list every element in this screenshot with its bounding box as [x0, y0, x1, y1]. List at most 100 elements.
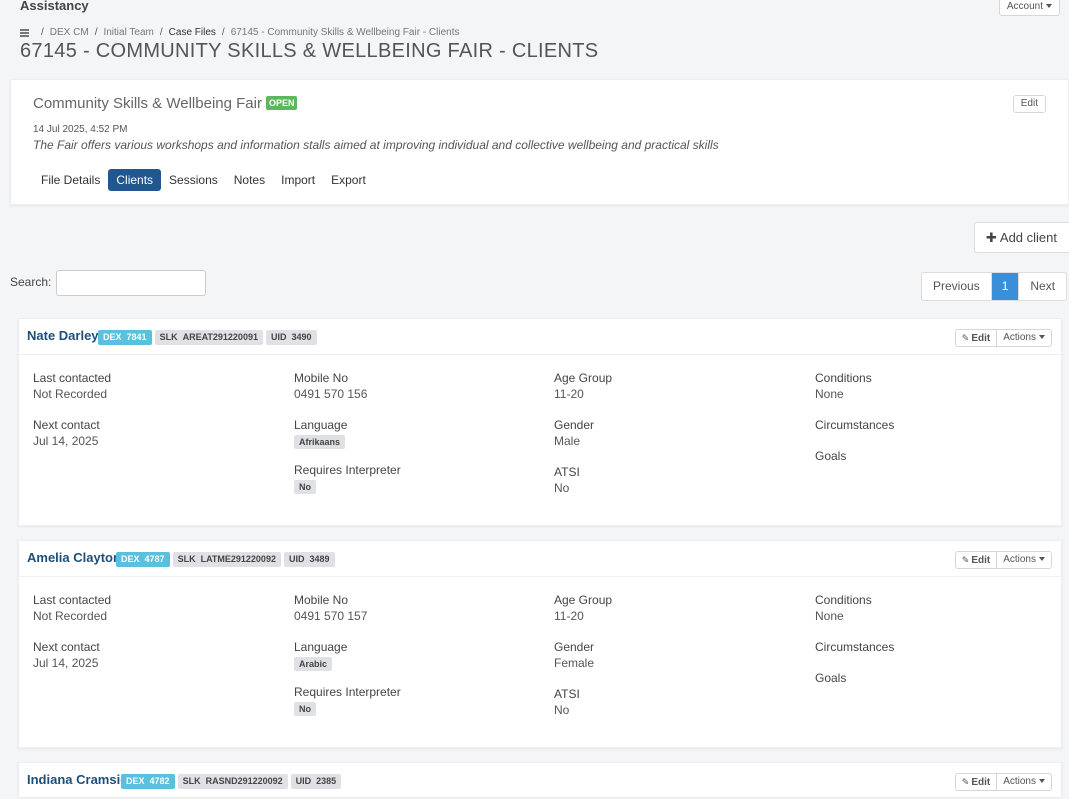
account-label: Account: [1006, 1, 1043, 12]
account-dropdown[interactable]: Account: [998, 0, 1060, 16]
caret-down-icon: [1039, 335, 1045, 340]
client-tags: DEX 4787 SLK LATME291220092 UID 3489: [116, 552, 335, 567]
client-actions-dropdown[interactable]: Actions: [997, 552, 1051, 568]
client-edit-button[interactable]: ✎ Edit: [956, 330, 998, 346]
age-group-value: 11-20: [554, 609, 584, 623]
file-name-heading: Community Skills & Wellbeing Fair OPEN: [33, 95, 298, 112]
field-label: Last contacted: [33, 593, 112, 607]
slk-badge: SLK RASND291220092: [177, 774, 288, 789]
tab-import[interactable]: Import: [273, 169, 323, 191]
app-title: Assistancy: [20, 0, 89, 13]
breadcrumb-item-case-files[interactable]: Case Files: [169, 27, 216, 38]
add-client-button[interactable]: ✚ Add client: [974, 222, 1069, 253]
file-tabs: File Details Clients Sessions Notes Impo…: [33, 169, 374, 191]
gender-value: Male: [554, 434, 581, 448]
field-label: Conditions: [815, 371, 872, 385]
last-contacted-value: Not Recorded: [33, 609, 108, 623]
tab-export[interactable]: Export: [323, 169, 374, 191]
search-input[interactable]: [56, 270, 206, 296]
tab-notes[interactable]: Notes: [226, 169, 273, 191]
uid-badge: UID 3489: [283, 552, 335, 567]
client-col-contact: Last contacted Not Recorded Next contact J…: [33, 593, 111, 687]
file-description: The Fair offers various workshops and in…: [33, 138, 719, 152]
client-actions-group: ✎ Edit Actions: [954, 551, 1052, 569]
tab-sessions[interactable]: Sessions: [161, 169, 226, 191]
file-date: 14 Jul 2025, 4:52 PM: [33, 124, 128, 135]
breadcrumb: / DEX CM / Initial Team / Case Files / 6…: [20, 27, 459, 38]
field-label: ATSI: [554, 465, 580, 479]
client-name-link[interactable]: Nate Darley: [27, 328, 99, 343]
breadcrumb-separator: /: [41, 27, 44, 38]
field-label: Next contact: [33, 418, 100, 432]
pagination-previous[interactable]: Previous: [922, 273, 992, 300]
age-group-value: 11-20: [554, 387, 584, 401]
status-badge: OPEN: [265, 96, 298, 110]
breadcrumb-separator: /: [221, 27, 225, 38]
plus-icon: ✚: [986, 230, 997, 245]
interpreter-pill: No: [294, 480, 316, 494]
client-actions-dropdown[interactable]: Actions: [997, 330, 1051, 346]
interpreter-pill: No: [294, 702, 316, 716]
search-label: Search:: [10, 275, 52, 289]
pagination: Previous 1 Next: [921, 272, 1068, 301]
field-label: Gender: [554, 640, 595, 654]
field-label: Language: [294, 418, 348, 432]
gender-value: Female: [554, 656, 595, 670]
breadcrumb-separator: /: [159, 27, 163, 38]
field-label: Mobile No: [294, 371, 349, 385]
client-name-link[interactable]: Amelia Clayton: [27, 550, 121, 565]
conditions-value: None: [815, 387, 844, 401]
client-col-details: Mobile No 0491 570 156 Language Afrikaans …: [294, 371, 401, 511]
pagination-next[interactable]: Next: [1019, 273, 1066, 300]
client-col-conditions: Conditions None Circumstances Goals: [815, 593, 894, 702]
page-title: 67145 - COMMUNITY SKILLS & WELLBEING FAI…: [20, 40, 599, 62]
pagination-page-1[interactable]: 1: [991, 273, 1020, 300]
client-col-details: Mobile No 0491 570 157 Language Arabic Req…: [294, 593, 401, 733]
field-label: Conditions: [815, 593, 872, 607]
caret-down-icon: [1039, 557, 1045, 562]
client-card: Nate Darley DEX 7841 SLK AREAT291220091 …: [18, 318, 1062, 526]
breadcrumb-item-dex-cm[interactable]: DEX CM: [50, 27, 89, 38]
client-card-header: Nate Darley DEX 7841 SLK AREAT291220091 …: [19, 319, 1061, 355]
client-edit-button[interactable]: ✎ Edit: [956, 552, 998, 568]
client-name-link[interactable]: Indiana Cramsie: [27, 772, 127, 787]
next-contact-value: Jul 14, 2025: [33, 434, 99, 448]
last-contacted-value: Not Recorded: [33, 387, 108, 401]
client-card-header: Amelia Clayton DEX 4787 SLK LATME2912200…: [19, 541, 1061, 577]
field-label: Requires Interpreter: [294, 463, 401, 477]
client-actions-group: ✎ Edit Actions: [954, 329, 1052, 347]
language-pill: Afrikaans: [294, 435, 346, 449]
field-label: Age Group: [554, 593, 613, 607]
mobile-value: 0491 570 156: [294, 387, 368, 401]
breadcrumb-item-team[interactable]: Initial Team: [103, 27, 153, 38]
caret-down-icon: [1039, 779, 1045, 784]
client-card: Amelia Clayton DEX 4787 SLK LATME2912200…: [18, 540, 1062, 748]
field-label: ATSI: [554, 687, 580, 701]
atsi-value: No: [554, 703, 570, 717]
tab-clients[interactable]: Clients: [108, 169, 162, 191]
client-col-demographics: Age Group 11-20 Gender Male ATSI No: [554, 371, 612, 512]
slk-badge: SLK AREAT291220091: [154, 330, 263, 345]
dex-badge: DEX 4787: [116, 552, 170, 567]
field-label: Language: [294, 640, 348, 654]
pencil-icon: ✎: [961, 333, 970, 343]
mobile-value: 0491 570 157: [294, 609, 368, 623]
breadcrumb-separator: /: [94, 27, 98, 38]
pencil-icon: ✎: [961, 777, 970, 787]
client-col-conditions: Conditions None Circumstances Goals: [815, 371, 894, 480]
client-edit-button[interactable]: ✎ Edit: [956, 774, 998, 790]
field-label: Age Group: [554, 371, 613, 385]
field-label: Circumstances: [815, 418, 895, 432]
field-label: Gender: [554, 418, 595, 432]
top-bar: Assistancy Account: [0, 0, 1069, 16]
field-label: Mobile No: [294, 593, 349, 607]
client-actions-dropdown[interactable]: Actions: [997, 774, 1051, 790]
file-edit-button[interactable]: Edit: [1012, 95, 1046, 113]
field-label: Next contact: [33, 640, 100, 654]
client-tags: DEX 4782 SLK RASND291220092 UID 2385: [121, 774, 342, 789]
menu-icon[interactable]: [20, 28, 29, 37]
uid-badge: UID 2385: [290, 774, 342, 789]
tab-file-details[interactable]: File Details: [33, 169, 108, 191]
conditions-value: None: [815, 609, 844, 623]
client-card-header: Indiana Cramsie DEX 4782 SLK RASND291220…: [19, 763, 1061, 799]
